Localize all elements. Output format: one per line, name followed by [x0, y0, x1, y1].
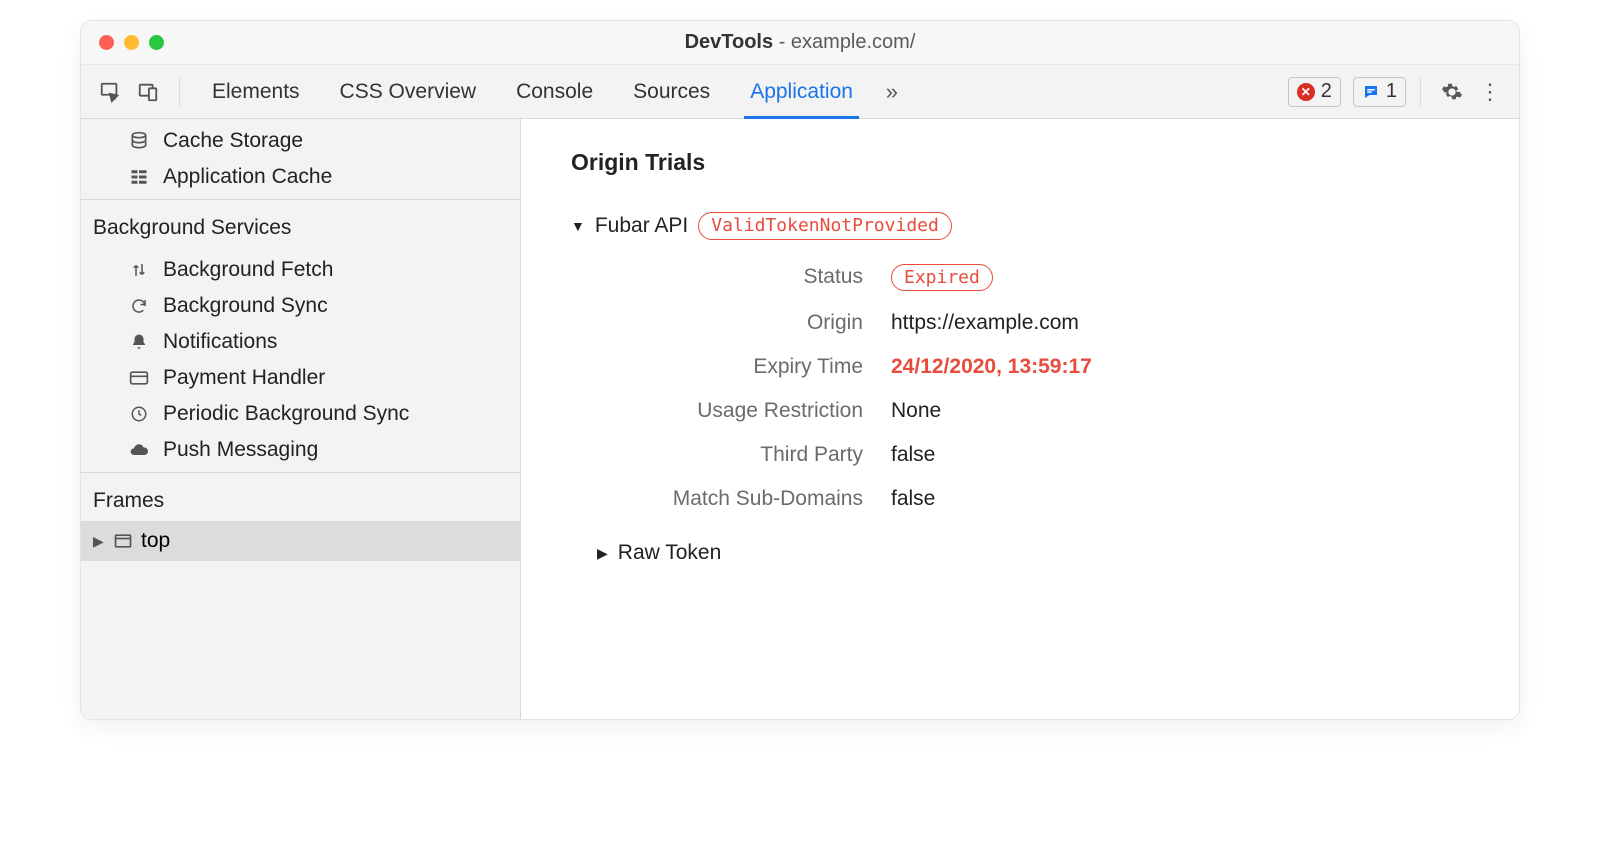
message-count: 1 — [1386, 80, 1397, 103]
origin-trial-row[interactable]: ▼ Fubar API ValidTokenNotProvided — [571, 212, 1469, 240]
sidebar-item-label: Cache Storage — [163, 129, 303, 153]
toolbar-divider — [1420, 78, 1421, 106]
sidebar-item-frame-top[interactable]: ▶ top — [81, 521, 520, 561]
usage-restriction-value: None — [891, 399, 941, 423]
origin-value: https://example.com — [891, 311, 1079, 335]
sidebar-item-payment-handler[interactable]: Payment Handler — [81, 360, 520, 396]
updown-arrows-icon — [127, 261, 151, 279]
sidebar-header-frames: Frames — [81, 472, 520, 521]
sidebar-item-periodic-background-sync[interactable]: Periodic Background Sync — [81, 396, 520, 432]
toolbar-divider — [179, 78, 180, 106]
clock-icon — [127, 405, 151, 423]
sidebar-item-application-cache[interactable]: Application Cache — [81, 159, 520, 195]
sidebar-item-label: Notifications — [163, 330, 277, 354]
settings-icon[interactable] — [1435, 75, 1469, 109]
bell-icon — [127, 333, 151, 351]
status-pill: Expired — [891, 264, 993, 292]
trial-name: Fubar API — [595, 214, 688, 238]
error-count-badge[interactable]: ✕ 2 — [1288, 77, 1341, 107]
refresh-icon — [127, 297, 151, 315]
window-title: DevTools - example.com/ — [81, 31, 1519, 54]
token-status-pill: ValidTokenNotProvided — [698, 212, 952, 240]
main-panel: Origin Trials ▼ Fubar API ValidTokenNotP… — [521, 119, 1519, 719]
raw-token-label: Raw Token — [618, 541, 722, 565]
sidebar-header-background-services: Background Services — [81, 199, 520, 248]
window-titlebar: DevTools - example.com/ — [81, 21, 1519, 65]
frame-icon — [113, 531, 133, 551]
third-party-label: Third Party — [591, 443, 891, 467]
inspect-element-icon[interactable] — [93, 75, 127, 109]
error-count: 2 — [1321, 80, 1332, 103]
card-icon — [127, 368, 151, 388]
sidebar-item-notifications[interactable]: Notifications — [81, 324, 520, 360]
error-icon: ✕ — [1297, 83, 1315, 101]
sidebar-item-label: Background Sync — [163, 294, 328, 318]
more-tabs-icon[interactable]: » — [875, 75, 909, 109]
sidebar-item-push-messaging[interactable]: Push Messaging — [81, 432, 520, 468]
tab-console[interactable]: Console — [498, 65, 611, 119]
database-icon — [127, 131, 151, 151]
message-count-badge[interactable]: 1 — [1353, 77, 1406, 107]
caret-right-icon: ▶ — [597, 545, 608, 562]
expiry-label: Expiry Time — [591, 355, 891, 379]
trial-details: Status Expired Origin https://example.co… — [591, 264, 1469, 512]
maximize-window-button[interactable] — [149, 35, 164, 50]
title-app: DevTools — [685, 31, 774, 53]
sidebar-item-label: Background Fetch — [163, 258, 333, 282]
expand-caret-icon[interactable]: ▶ — [93, 533, 105, 550]
sidebar-item-label: Payment Handler — [163, 366, 325, 390]
window-controls — [81, 35, 164, 50]
device-toolbar-icon[interactable] — [131, 75, 165, 109]
status-label: Status — [591, 265, 891, 289]
message-icon — [1362, 83, 1380, 101]
expiry-value: 24/12/2020, 13:59:17 — [891, 355, 1092, 379]
grid-icon — [127, 168, 151, 186]
application-sidebar: Cache Storage Application Cache Backgrou… — [81, 119, 521, 719]
match-subdomains-value: false — [891, 487, 935, 511]
third-party-value: false — [891, 443, 935, 467]
sidebar-item-label: Push Messaging — [163, 438, 318, 462]
sidebar-item-cache-storage[interactable]: Cache Storage — [81, 123, 520, 159]
devtools-toolbar: Elements CSS Overview Console Sources Ap… — [81, 65, 1519, 119]
frame-label: top — [141, 529, 170, 553]
origin-label: Origin — [591, 311, 891, 335]
sidebar-item-background-sync[interactable]: Background Sync — [81, 288, 520, 324]
cloud-icon — [127, 440, 151, 460]
caret-down-icon: ▼ — [571, 218, 585, 234]
section-title: Origin Trials — [571, 149, 1469, 176]
devtools-window: DevTools - example.com/ Elements CSS Ove… — [80, 20, 1520, 720]
tab-application[interactable]: Application — [732, 65, 871, 119]
usage-restriction-label: Usage Restriction — [591, 399, 891, 423]
tab-elements[interactable]: Elements — [194, 65, 318, 119]
tab-css-overview[interactable]: CSS Overview — [322, 65, 495, 119]
kebab-menu-icon[interactable]: ⋮ — [1473, 75, 1507, 109]
tab-sources[interactable]: Sources — [615, 65, 728, 119]
sidebar-item-label: Application Cache — [163, 165, 332, 189]
title-url: example.com/ — [791, 31, 916, 53]
raw-token-row[interactable]: ▶ Raw Token — [597, 541, 1469, 565]
sidebar-item-label: Periodic Background Sync — [163, 402, 409, 426]
match-subdomains-label: Match Sub-Domains — [591, 487, 891, 511]
status-value: Expired — [891, 264, 993, 292]
sidebar-item-background-fetch[interactable]: Background Fetch — [81, 252, 520, 288]
close-window-button[interactable] — [99, 35, 114, 50]
minimize-window-button[interactable] — [124, 35, 139, 50]
